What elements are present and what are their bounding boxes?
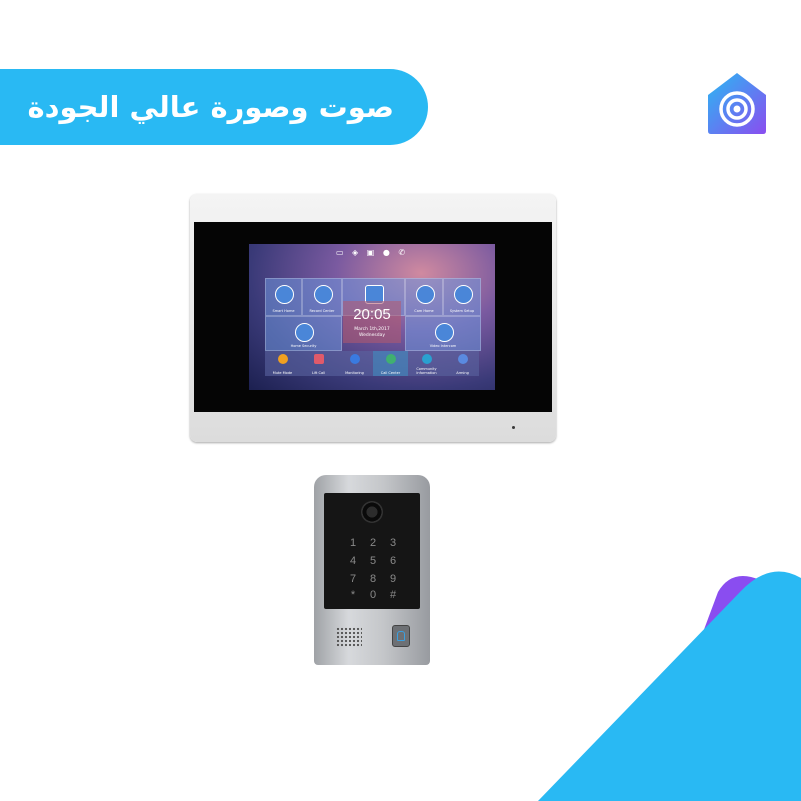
bottom-label: Arming [456,371,469,375]
home-icon [275,285,294,304]
tile-label: Record Center [309,309,335,313]
lift-icon [313,354,324,364]
monitoring-button[interactable]: Monitoring [337,351,372,376]
keypad-key[interactable]: 4 [346,555,360,567]
tile-system-setup[interactable]: System Setup [443,278,481,316]
speaker-grille [336,627,362,647]
tile-label: Smart Home [272,309,295,313]
blue-shape [538,571,801,801]
bell-icon [397,631,405,641]
title-banner: صوت وصورة عالي الجودة [0,69,428,145]
keypad-key[interactable]: 1 [346,537,360,549]
keypad-key[interactable]: 3 [386,537,400,549]
tile-label: Home Security [290,344,317,348]
camera-icon [361,501,383,523]
mute-mode-button[interactable]: Mute Mode [265,351,300,376]
keypad-key[interactable]: 0 [366,589,380,601]
monitor-screen: ▭ ◈ ▣ ● ✆ Smart Home Record Center Monit… [249,244,495,390]
arming-button[interactable]: Arming [445,351,480,376]
people-icon [415,285,435,304]
clock-widget: 20:05 March 1th,2017 Wednesday [343,301,401,343]
house-signal-icon [708,73,766,134]
keypad-key[interactable]: 7 [346,573,360,585]
tile-record-center[interactable]: Record Center [302,278,342,316]
tile-smart-home[interactable]: Smart Home [265,278,302,316]
mute-icon [277,354,288,364]
tile-cam-home[interactable]: Cam Home [405,278,443,316]
gear-icon [453,285,473,304]
keypad-key[interactable]: 9 [386,573,400,585]
clock-weekday: Wednesday [358,333,386,338]
tile-home-security[interactable]: Home Security [265,316,342,351]
community-information-button[interactable]: Community Information [409,351,444,376]
phone-icon [385,354,396,364]
status-icons: ▭ ◈ ▣ ● ✆ [335,248,409,257]
call-center-button[interactable]: Call Center [373,351,408,376]
tile-video-intercom[interactable]: Video Intercom [405,316,481,351]
clock-time: 20:05 [353,306,391,323]
bottom-label: Monitoring [345,371,364,375]
keypad-panel: 1 2 3 4 5 6 7 8 9 * 0 # [324,493,420,609]
keypad-key[interactable]: # [386,589,400,601]
shield-icon [457,354,468,364]
person-icon [349,354,360,364]
bottom-label: Mute Mode [272,371,293,375]
keypad-key[interactable]: 2 [366,537,380,549]
indoor-monitor: ▭ ◈ ▣ ● ✆ Smart Home Record Center Monit… [190,194,556,442]
call-button[interactable] [392,625,410,647]
tile-label: Cam Home [414,309,434,313]
info-icon [421,354,432,364]
keypad-key[interactable]: 5 [366,555,380,567]
banner-title: صوت وصورة عالي الجودة [27,90,394,124]
tile-label: System Setup [449,309,475,313]
power-led [512,426,515,429]
purple-shape [640,576,801,801]
intercom-icon [434,323,454,342]
lift-call-button[interactable]: Lift Call [301,351,336,376]
keypad-key[interactable]: * [346,589,360,601]
clock-icon [313,285,333,304]
bottom-label: Community Information [416,367,437,375]
monitor-bezel: ▭ ◈ ▣ ● ✆ Smart Home Record Center Monit… [194,222,552,412]
tile-label: Video Intercom [429,344,457,348]
keypad-key[interactable]: 6 [386,555,400,567]
bottom-label: Lift Call [311,371,326,375]
door-station: 1 2 3 4 5 6 7 8 9 * 0 # [309,470,435,670]
door-station-frame: 1 2 3 4 5 6 7 8 9 * 0 # [314,475,430,665]
shield-icon [295,323,314,342]
keypad-key[interactable]: 8 [366,573,380,585]
bottom-label: Call Center [380,371,401,375]
bottom-menu: Mute Mode Lift Call Monitoring Call Cent… [265,351,479,376]
